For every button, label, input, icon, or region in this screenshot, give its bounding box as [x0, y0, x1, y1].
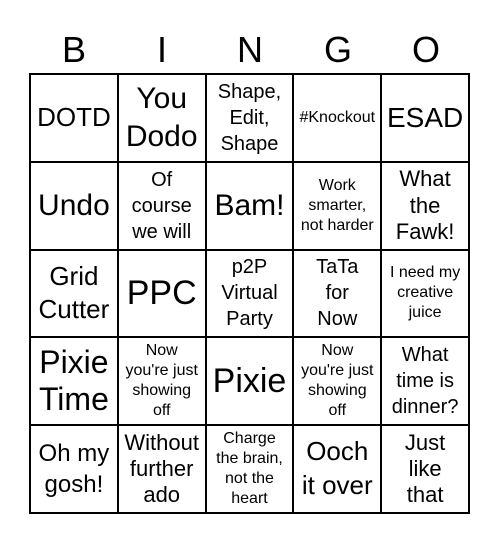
bingo-cell[interactable]: Ooch it over [293, 425, 382, 513]
bingo-cell[interactable]: DOTD [30, 74, 118, 162]
bingo-cell[interactable]: PPC [117, 249, 206, 338]
header-letter-n: N [237, 29, 263, 70]
header-letter-i: I [156, 29, 167, 70]
bingo-cell[interactable]: What the Fawk! [381, 161, 469, 250]
bingo-cell[interactable]: Now you're just showing off [117, 337, 206, 426]
header-letter-g: G [323, 29, 352, 70]
bingo-cell[interactable]: Of course we will [117, 161, 206, 250]
bingo-cell[interactable]: Pixie [205, 337, 294, 426]
header-letter-o: O [411, 29, 440, 70]
bingo-cell[interactable]: Shape, Edit, Shape [205, 74, 294, 162]
header-letter-b: B [61, 29, 86, 70]
bingo-cell[interactable]: I need my creative juice [381, 249, 469, 338]
bingo-cell[interactable]: Pixie Time [30, 337, 118, 426]
bingo-cell[interactable]: p2P Virtual Party [205, 249, 294, 338]
bingo-cell[interactable]: Oh my gosh! [30, 425, 118, 513]
bingo-cell[interactable]: Without further ado [117, 425, 206, 513]
bingo-header: B I N G O [30, 26, 470, 74]
bingo-cell[interactable]: Just like that [381, 425, 469, 513]
bingo-cell[interactable]: Undo [30, 161, 118, 250]
bingo-cell[interactable]: Now you're just showing off [293, 337, 382, 426]
bingo-grid: DOTD You Dodo Shape, Edit, Shape #Knockout E… [29, 73, 470, 514]
bingo-cell[interactable]: You Dodo [117, 74, 206, 162]
bingo-cell[interactable]: Charge the brain, not the heart [205, 425, 294, 513]
bingo-cell[interactable]: ESAD [381, 74, 469, 162]
bingo-cell[interactable]: Work smarter, not harder [293, 161, 382, 250]
bingo-cell[interactable]: What time is dinner? [381, 337, 469, 426]
bingo-cell[interactable]: #Knockout [293, 74, 382, 162]
bingo-cell[interactable]: Bam! [205, 161, 294, 250]
bingo-cell[interactable]: TaTa for Now [293, 249, 382, 338]
bingo-cell[interactable]: Grid Cutter [30, 249, 118, 338]
